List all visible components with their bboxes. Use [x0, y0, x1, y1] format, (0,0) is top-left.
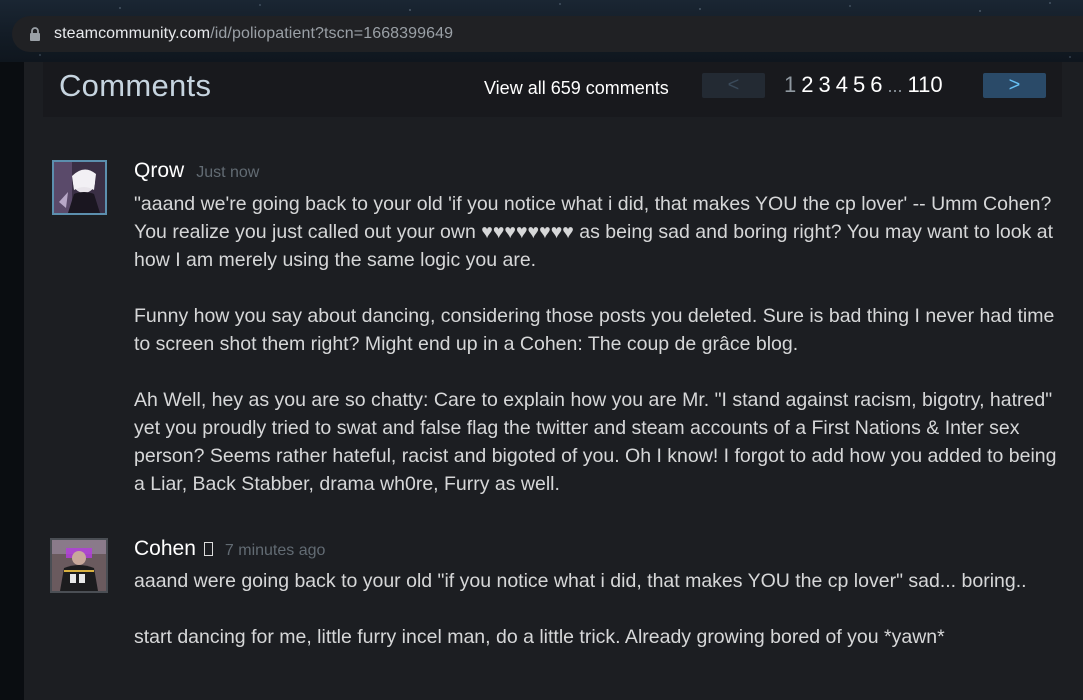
- comment-paragraph: start dancing for me, little furry incel…: [134, 626, 945, 648]
- url-path: /id/poliopatient?tscn=1668399649: [210, 25, 454, 42]
- comment-timestamp: 7 minutes ago: [224, 542, 326, 559]
- avatar[interactable]: [52, 160, 107, 215]
- comment-body: aaand were going back to your old "if yo…: [134, 567, 1064, 651]
- comment-paragraph: Funny how you say about dancing, conside…: [134, 305, 1060, 355]
- pagination: 1 2 3 4 5 6 ... 110: [784, 72, 948, 100]
- page-link-5[interactable]: 5: [853, 72, 865, 98]
- comments-title: Comments: [59, 68, 212, 103]
- comment-author[interactable]: Qrow: [134, 159, 184, 183]
- comments-header: Comments View all 659 comments < 1 2 3 4…: [43, 62, 1062, 117]
- prev-page-button[interactable]: <: [702, 73, 765, 98]
- page-link-2[interactable]: 2: [801, 72, 813, 98]
- page-link-last[interactable]: 110: [908, 72, 943, 98]
- avatar-image: [54, 162, 105, 213]
- comment-header: Qrow Just now: [134, 159, 259, 183]
- avatar[interactable]: [50, 538, 108, 593]
- lock-icon: [30, 27, 40, 41]
- url-host: steamcommunity.com: [54, 25, 211, 42]
- comment-paragraph: aaand were going back to your old "if yo…: [134, 570, 1027, 592]
- page-link-3[interactable]: 3: [819, 72, 831, 98]
- page-link-6[interactable]: 6: [870, 72, 882, 98]
- comment-timestamp: Just now: [196, 164, 260, 181]
- next-page-button[interactable]: >: [983, 73, 1046, 98]
- comment-body: "aaand we're going back to your old 'if …: [134, 190, 1064, 498]
- comment-paragraph: "aaand we're going back to your old 'if …: [134, 193, 1059, 271]
- country-flag-icon: [203, 542, 213, 556]
- page-link-1[interactable]: 1: [784, 72, 796, 98]
- page-link-4[interactable]: 4: [836, 72, 848, 98]
- avatar-image: [52, 540, 106, 591]
- comment-author[interactable]: Cohen: [134, 537, 196, 561]
- comment-paragraph: Ah Well, hey as you are so chatty: Care …: [134, 389, 1062, 495]
- pagination-ellipsis: ...: [887, 76, 903, 96]
- comment-header: Cohen 7 minutes ago: [134, 537, 325, 561]
- url-text[interactable]: steamcommunity.com/id/poliopatient?tscn=…: [54, 25, 453, 43]
- address-bar[interactable]: steamcommunity.com/id/poliopatient?tscn=…: [12, 16, 1083, 52]
- left-gutter: [0, 62, 24, 700]
- view-all-comments-link[interactable]: View all 659 comments: [484, 78, 669, 99]
